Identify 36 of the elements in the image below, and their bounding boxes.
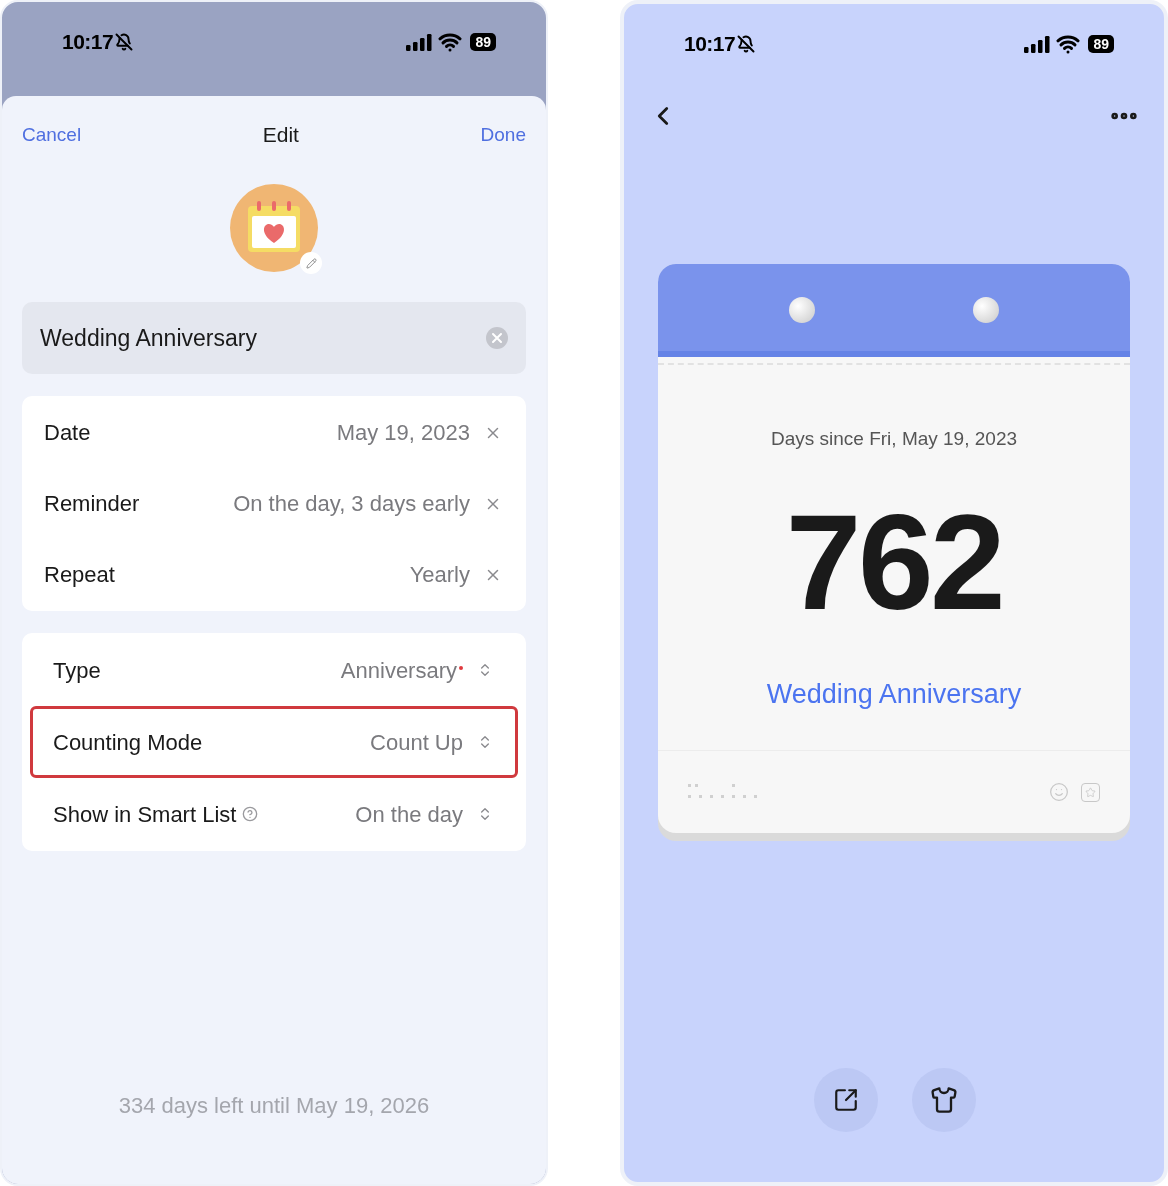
ring-hole: [973, 296, 999, 323]
row-value[interactable]: On the day, 3 days early: [233, 487, 470, 520]
days-left-text: 334 days left until May 19, 2026: [117, 1092, 431, 1120]
pencil-icon[interactable]: [300, 252, 322, 274]
row-value[interactable]: May 19, 2023: [336, 416, 470, 449]
share-icon: [833, 1087, 859, 1113]
dots-icon: [688, 784, 760, 800]
row-value[interactable]: Anniversary: [340, 653, 457, 687]
clock-time: 10:17: [62, 29, 114, 56]
clock-time: 10:17: [684, 31, 736, 58]
signal-icon: [1024, 35, 1051, 53]
event-title: Wedding Anniversary: [766, 677, 1022, 711]
row-value[interactable]: Yearly: [409, 558, 470, 591]
bell-off-icon: [737, 35, 756, 53]
row-label: Date: [44, 419, 91, 447]
row-label: Type: [53, 656, 101, 685]
bell-off-icon: [115, 33, 134, 51]
name-field[interactable]: Wedding Anniversary: [22, 302, 526, 374]
help-icon[interactable]: [242, 806, 259, 822]
battery-level: 89: [1088, 35, 1114, 53]
signal-icon: [406, 33, 433, 51]
cancel-button[interactable]: Cancel: [22, 120, 82, 150]
battery-level: 89: [470, 33, 496, 51]
ring-hole: [789, 296, 815, 323]
screen-title: Edit: [262, 122, 299, 149]
day-count: 762: [785, 493, 1003, 630]
row-value[interactable]: Count Up: [370, 725, 463, 759]
clear-icon[interactable]: [486, 327, 508, 349]
row-label: Repeat: [44, 561, 115, 589]
days-since-caption: Days since Fri, May 19, 2023: [770, 427, 1017, 451]
shirt-icon: [930, 1086, 958, 1114]
row-value[interactable]: On the day: [355, 797, 463, 831]
row-label: Counting Mode: [53, 728, 203, 757]
row-label: Reminder: [44, 490, 140, 518]
row-label: Show in Smart List: [53, 800, 237, 829]
done-button[interactable]: Done: [480, 120, 526, 150]
